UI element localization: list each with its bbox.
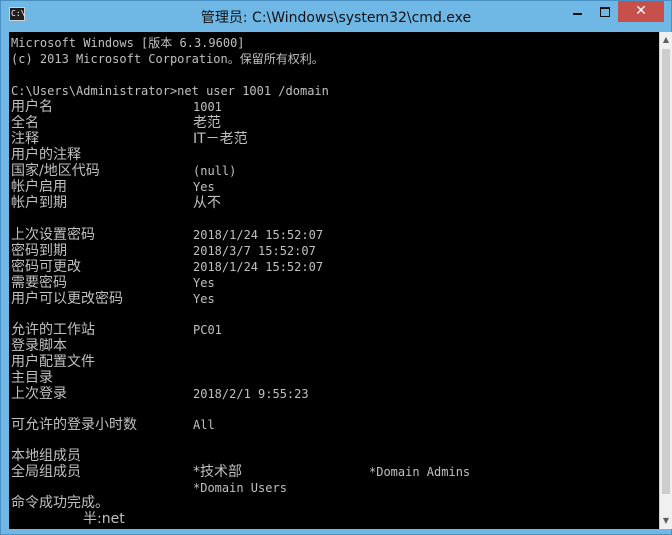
row-label: 全局组成员	[11, 464, 81, 480]
row-label: 主目录	[11, 370, 53, 386]
row-label: 全名	[11, 115, 39, 131]
console-header-version: Microsoft Windows [版本 6.3.9600]	[11, 36, 245, 50]
row-label: 登录脚本	[11, 338, 67, 354]
minimize-button[interactable]	[564, 1, 591, 22]
row-label: 密码可更改	[11, 259, 81, 275]
ime-status: 半:net	[83, 511, 125, 527]
row-label: 帐户启用	[11, 179, 67, 195]
row-label: 上次登录	[11, 386, 67, 402]
row-value: Yes	[193, 276, 215, 290]
row-value: Yes	[193, 292, 215, 306]
maximize-icon	[599, 6, 610, 17]
row-value: 2018/3/7 15:52:07	[193, 244, 316, 258]
scroll-up-arrow-icon[interactable]: ▲	[660, 32, 672, 48]
maximize-button[interactable]	[591, 1, 618, 22]
row-label: 允许的工作站	[11, 322, 95, 338]
close-button[interactable]: ✕	[618, 1, 664, 22]
row-value: 从不	[193, 195, 221, 211]
console-output[interactable]: Microsoft Windows [版本 6.3.9600] (c) 2013…	[9, 32, 659, 529]
row-value: Yes	[193, 180, 215, 194]
cmd-window: C:\ 管理员: C:\Windows\system32\cmd.exe ✕ M…	[0, 0, 672, 535]
row-value: 1001	[193, 100, 222, 114]
row-value: *Domain Users	[193, 481, 287, 495]
row-value-secondary: *Domain Admins	[369, 465, 471, 479]
row-value: 2018/1/24 15:52:07	[193, 228, 324, 242]
console-prompt: C:\Users\Administrator>net user 1001 /do…	[11, 84, 329, 98]
row-value: (null)	[193, 164, 237, 178]
row-label: 帐户到期	[11, 195, 67, 211]
row-value: IT－老范	[193, 131, 248, 147]
console-header-copyright: (c) 2013 Microsoft Corporation。保留所有权利。	[11, 52, 324, 66]
row-value: All	[193, 418, 215, 432]
vertical-scrollbar[interactable]: ▲ ▼	[659, 32, 672, 529]
row-label: 可允许的登录小时数	[11, 417, 137, 433]
row-value: 老范	[193, 115, 221, 131]
scroll-down-arrow-icon[interactable]: ▼	[660, 513, 672, 529]
minimize-icon	[573, 12, 582, 15]
row-label: 密码到期	[11, 243, 67, 259]
close-icon: ✕	[635, 3, 647, 19]
row-label: 用户配置文件	[11, 354, 95, 370]
row-label: 注释	[11, 131, 39, 147]
command-success-message: 命令成功完成。	[11, 495, 109, 511]
row-label: 用户的注释	[11, 147, 81, 163]
row-value: PC01	[193, 323, 222, 337]
row-label: 用户名	[11, 99, 53, 115]
row-label: 本地组成员	[11, 448, 81, 464]
row-label: 上次设置密码	[11, 227, 95, 243]
row-value: 2018/1/24 15:52:07	[193, 260, 324, 274]
row-label: 国家/地区代码	[11, 163, 100, 179]
scroll-thumb[interactable]	[662, 49, 670, 494]
row-value: 2018/2/1 9:55:23	[193, 387, 309, 401]
row-label: 需要密码	[11, 275, 67, 291]
row-label: 用户可以更改密码	[11, 291, 123, 307]
title-bar[interactable]: C:\ 管理员: C:\Windows\system32\cmd.exe ✕	[1, 1, 671, 31]
row-value: *技术部	[193, 464, 242, 480]
